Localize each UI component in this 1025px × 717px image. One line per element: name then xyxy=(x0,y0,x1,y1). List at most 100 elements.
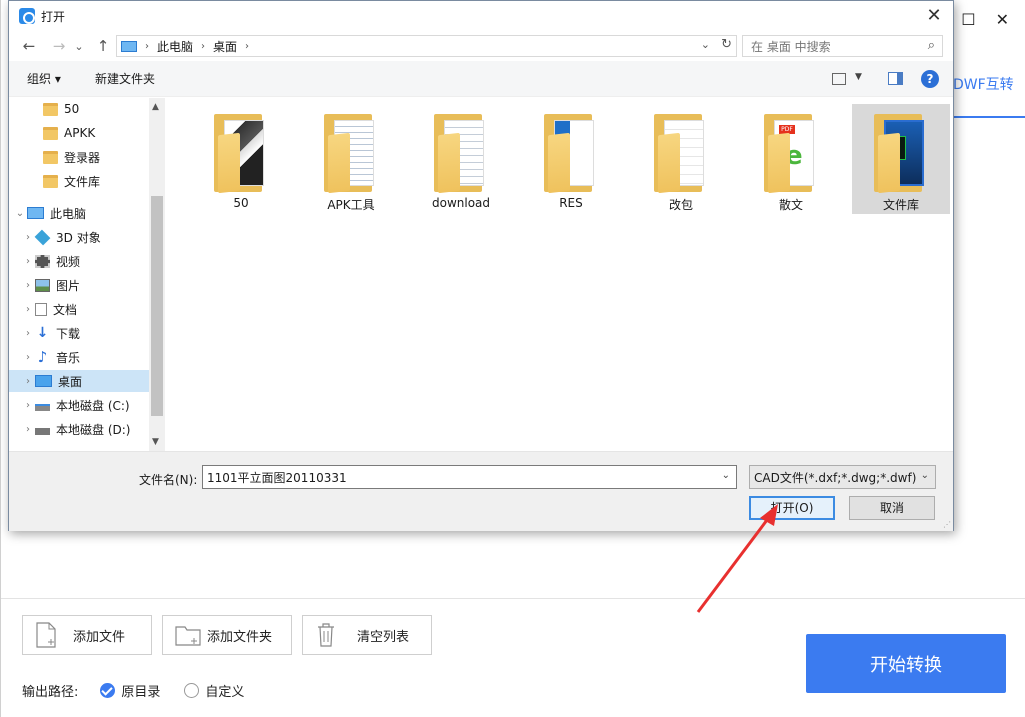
sidebar-item-library[interactable]: 文件库 xyxy=(9,170,149,192)
filetype-select[interactable]: CAD文件(*.dxf;*.dwg;*.dwf) ⌄ xyxy=(749,465,936,489)
chevron-right-icon[interactable]: › xyxy=(21,232,35,243)
add-folder-button[interactable]: 添加文件夹 xyxy=(162,615,292,655)
trash-icon xyxy=(315,622,337,648)
app-icon xyxy=(19,8,35,24)
sidebar-item-apkk[interactable]: APKK xyxy=(9,122,149,144)
radio-original-dir[interactable] xyxy=(100,683,116,698)
cancel-button[interactable]: 取消 xyxy=(849,496,935,520)
scroll-down-icon[interactable]: ▼ xyxy=(152,437,159,447)
organize-button[interactable]: 组织 ▾ xyxy=(27,70,61,87)
recent-locations-icon[interactable]: ⌄ xyxy=(71,40,87,53)
scroll-up-icon[interactable]: ▲ xyxy=(152,102,159,112)
add-file-button[interactable]: 添加文件 xyxy=(22,615,152,655)
sidebar-scrollbar[interactable]: ▲ ▼ xyxy=(149,98,165,451)
folder-icon xyxy=(43,102,58,116)
output-path-label: 输出路径: xyxy=(22,685,79,700)
filename-value: 1101平立面图20110331 xyxy=(207,470,347,485)
sidebar-item-music[interactable]: › ♪ 音乐 xyxy=(9,346,149,368)
pictures-icon xyxy=(35,278,50,292)
video-icon xyxy=(35,254,50,268)
chevron-right-icon[interactable]: › xyxy=(21,400,35,411)
search-input[interactable]: 在 桌面 中搜索 ⌕ xyxy=(742,35,943,57)
sidebar-item-downloads[interactable]: › ↓ 下载 xyxy=(9,322,149,344)
dialog-close-icon[interactable]: ✕ xyxy=(923,5,945,26)
breadcrumb-this-pc[interactable]: 此电脑 xyxy=(157,38,193,55)
file-item-download[interactable]: download xyxy=(412,104,510,214)
add-folder-icon xyxy=(175,622,201,648)
sidebar-item-desktop[interactable]: › 桌面 xyxy=(9,370,149,392)
chevron-right-icon[interactable]: › xyxy=(21,256,35,267)
clear-list-button[interactable]: 清空列表 xyxy=(302,615,432,655)
maximize-icon[interactable]: ☐ xyxy=(961,10,975,29)
dialog-toolbar: 组织 ▾ 新建文件夹 ▼ ? xyxy=(9,61,953,97)
documents-icon xyxy=(35,302,47,316)
add-file-label: 添加文件 xyxy=(73,629,126,645)
close-icon[interactable]: ✕ xyxy=(996,10,1009,29)
chevron-right-icon[interactable]: › xyxy=(21,376,35,387)
refresh-icon[interactable]: ↻ xyxy=(721,37,732,52)
dialog-bottom-bar: 文件名(N): 1101平立面图20110331 ⌄ CAD文件(*.dxf;*… xyxy=(9,451,953,531)
breadcrumb-desktop[interactable]: 桌面 xyxy=(213,38,237,55)
open-file-dialog: 打开 ✕ ← → ⌄ ↑ › 此电脑 › 桌面 › ⌄ ↻ 在 桌面 中搜索 ⌕… xyxy=(8,0,954,531)
sidebar-item-50[interactable]: 50 xyxy=(9,98,149,120)
back-icon[interactable]: ← xyxy=(17,37,41,55)
sidebar-item-label: 50 xyxy=(64,102,80,116)
sidebar-item-video[interactable]: › 视频 xyxy=(9,250,149,272)
chevron-down-icon[interactable]: ⌄ xyxy=(722,470,730,481)
folder-icon xyxy=(43,126,58,140)
custom-dir-label: 自定义 xyxy=(205,685,245,700)
filename-label: 文件名(N): xyxy=(139,473,198,487)
chevron-right-icon[interactable]: › xyxy=(21,424,35,435)
folder-icon xyxy=(434,114,490,194)
view-dropdown-icon[interactable]: ▼ xyxy=(855,72,862,82)
scrollbar-thumb[interactable] xyxy=(151,196,163,416)
folder-icon xyxy=(654,114,710,194)
address-dropdown-icon[interactable]: ⌄ xyxy=(701,38,710,51)
chevron-right-icon: › xyxy=(145,40,149,52)
resize-grip-icon[interactable]: ⋰ xyxy=(943,520,951,529)
preview-pane-icon[interactable] xyxy=(888,72,903,85)
chevron-down-icon[interactable]: ⌄ xyxy=(13,208,27,219)
tab-dwf-convert[interactable]: DWF互转 xyxy=(953,74,1014,94)
folder-icon xyxy=(544,114,600,194)
forward-icon[interactable]: → xyxy=(47,37,71,55)
folder-icon xyxy=(324,114,380,194)
file-list: 50 APK工具 download RES 改包 PDF e 散文 文件库 xyxy=(166,98,953,451)
sidebar-item-documents[interactable]: › 文档 xyxy=(9,298,149,320)
file-item-prose[interactable]: PDF e 散文 xyxy=(742,104,840,214)
file-item-modify-pack[interactable]: 改包 xyxy=(632,104,730,214)
file-item-50[interactable]: 50 xyxy=(192,104,290,214)
address-bar[interactable]: › 此电脑 › 桌面 › ⌄ ↻ xyxy=(116,35,737,57)
file-item-label: 50 xyxy=(233,196,249,210)
chevron-right-icon[interactable]: › xyxy=(21,280,35,291)
sidebar-item-3d-objects[interactable]: › 3D 对象 xyxy=(9,226,149,248)
sidebar-item-login[interactable]: 登录器 xyxy=(9,146,149,168)
start-convert-button[interactable]: 开始转换 xyxy=(806,634,1006,693)
chevron-right-icon[interactable]: › xyxy=(21,304,35,315)
sidebar-item-label: 此电脑 xyxy=(50,206,87,221)
sidebar-item-pictures[interactable]: › 图片 xyxy=(9,274,149,296)
file-item-res[interactable]: RES xyxy=(522,104,620,214)
view-options-icon[interactable] xyxy=(832,73,846,85)
sidebar-item-this-pc[interactable]: ⌄ 此电脑 xyxy=(9,202,149,224)
chevron-right-icon[interactable]: › xyxy=(21,328,35,339)
navigation-pane: 50 APKK 登录器 文件库 ⌄ 此电脑 › 3D 对象 › 视频 › 图片 … xyxy=(9,98,165,451)
sidebar-item-label: 桌面 xyxy=(58,374,83,389)
file-item-apk-tools[interactable]: APK工具 xyxy=(302,104,400,214)
chevron-right-icon[interactable]: › xyxy=(21,352,35,363)
clear-list-label: 清空列表 xyxy=(357,629,410,645)
sidebar-item-label: 登录器 xyxy=(64,150,101,165)
dialog-titlebar: 打开 ✕ xyxy=(9,1,953,31)
drive-d-icon xyxy=(35,427,50,435)
sidebar-item-drive-c[interactable]: › 本地磁盘 (C:) xyxy=(9,394,149,416)
output-path-row: 输出路径: 原目录 自定义 xyxy=(22,681,244,700)
filename-input[interactable]: 1101平立面图20110331 ⌄ xyxy=(202,465,737,489)
file-item-library[interactable]: 文件库 xyxy=(852,104,950,214)
sidebar-item-drive-d[interactable]: › 本地磁盘 (D:) xyxy=(9,418,149,440)
chevron-right-icon[interactable]: › xyxy=(245,41,249,52)
up-icon[interactable]: ↑ xyxy=(91,37,115,55)
active-tab-indicator xyxy=(953,116,1025,118)
new-folder-button[interactable]: 新建文件夹 xyxy=(95,70,155,87)
help-icon[interactable]: ? xyxy=(921,70,939,88)
radio-custom-dir[interactable] xyxy=(184,683,200,698)
